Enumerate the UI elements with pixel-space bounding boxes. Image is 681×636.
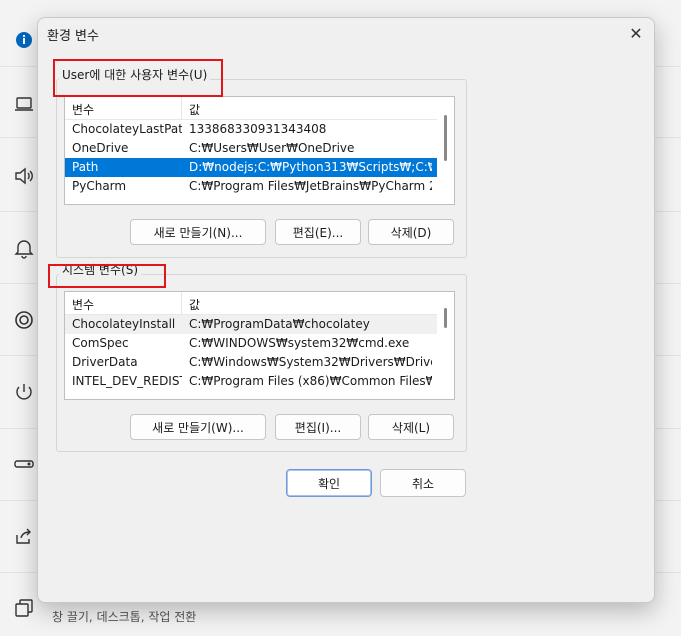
variable-value: D:₩nodejs;C:₩Python313₩Scripts₩;C:₩Pyt..… bbox=[189, 160, 432, 174]
info-icon bbox=[12, 28, 36, 52]
system-new-button[interactable]: 새로 만들기(W)... bbox=[130, 414, 266, 440]
dialog-title: 환경 변수 bbox=[47, 29, 99, 44]
table-row[interactable]: INTEL_DEV_REDIST C:₩Program Files (x86)₩… bbox=[65, 372, 454, 391]
user-edit-button[interactable]: 편집(E)... bbox=[275, 219, 361, 245]
variable-value: C:₩Program Files₩JetBrains₩PyCharm 202..… bbox=[189, 179, 432, 193]
multitask-icon bbox=[12, 596, 36, 620]
variable-name: OneDrive bbox=[72, 141, 129, 155]
table-row[interactable]: ChocolateyInstall C:₩ProgramData₩chocola… bbox=[65, 315, 437, 334]
variable-value: C:₩WINDOWS₩system32₩cmd.exe bbox=[189, 336, 410, 350]
variable-name: ComSpec bbox=[72, 336, 129, 350]
setting-subtitle: 창 끌기, 데스크톱, 작업 전환 bbox=[52, 610, 197, 624]
focus-icon bbox=[12, 308, 36, 332]
variable-name: ChocolateyLastPat... bbox=[72, 122, 182, 136]
column-header-value[interactable]: 값 bbox=[189, 101, 200, 118]
power-icon bbox=[12, 380, 36, 404]
column-separator[interactable] bbox=[181, 97, 182, 119]
bell-icon bbox=[12, 236, 36, 260]
close-icon[interactable]: ✕ bbox=[626, 24, 646, 44]
system-edit-button[interactable]: 편집(I)... bbox=[275, 414, 361, 440]
vertical-scrollbar[interactable] bbox=[437, 292, 454, 399]
user-variables-list[interactable]: 변수 값 ChocolateyLastPat... 13386833093134… bbox=[64, 96, 455, 205]
variable-name: INTEL_DEV_REDIST bbox=[72, 374, 182, 388]
variable-value: C:₩Windows₩System32₩Drivers₩DriverData bbox=[189, 355, 432, 369]
variable-name: DriverData bbox=[72, 355, 138, 369]
table-row-selected[interactable]: Path D:₩nodejs;C:₩Python313₩Scripts₩;C:₩… bbox=[65, 158, 437, 177]
vertical-scrollbar[interactable] bbox=[437, 97, 454, 204]
variable-name: ChocolateyInstall bbox=[72, 317, 176, 331]
scroll-thumb[interactable] bbox=[444, 115, 447, 161]
system-variables-list[interactable]: 변수 값 ChocolateyInstall C:₩ProgramData₩ch… bbox=[64, 291, 455, 400]
system-variables-group: 시스템 변수(S) 변수 값 ChocolateyInstall C:₩Prog… bbox=[56, 261, 467, 452]
environment-variables-dialog: 환경 변수 ✕ User에 대한 사용자 변수(U) 변수 값 Chocolat… bbox=[37, 17, 655, 603]
highlight-box bbox=[48, 264, 166, 288]
system-delete-button[interactable]: 삭제(L) bbox=[368, 414, 454, 440]
user-variables-group: User에 대한 사용자 변수(U) 변수 값 ChocolateyLastPa… bbox=[56, 66, 467, 258]
ok-button[interactable]: 확인 bbox=[286, 469, 372, 497]
table-row[interactable]: ComSpec C:₩WINDOWS₩system32₩cmd.exe bbox=[65, 334, 454, 353]
list-header: 변수 값 bbox=[65, 97, 454, 120]
table-row[interactable]: OneDrive C:₩Users₩User₩OneDrive bbox=[65, 139, 454, 158]
sound-icon bbox=[12, 164, 36, 188]
variable-value: C:₩ProgramData₩chocolatey bbox=[189, 317, 370, 331]
table-row[interactable]: DriverData C:₩Windows₩System32₩Drivers₩D… bbox=[65, 353, 454, 372]
table-row[interactable]: ChocolateyLastPat... 133868330931343408 bbox=[65, 120, 454, 139]
cancel-button[interactable]: 취소 bbox=[380, 469, 466, 497]
user-delete-button[interactable]: 삭제(D) bbox=[368, 219, 454, 245]
table-row[interactable]: PyCharm C:₩Program Files₩JetBrains₩PyCha… bbox=[65, 177, 454, 196]
column-separator[interactable] bbox=[181, 292, 182, 314]
variable-value: C:₩Program Files (x86)₩Common Files₩In..… bbox=[189, 374, 432, 388]
user-new-button[interactable]: 새로 만들기(N)... bbox=[130, 219, 266, 245]
variable-name: Path bbox=[72, 160, 99, 174]
highlight-box bbox=[53, 59, 223, 97]
variable-value: 133868330931343408 bbox=[189, 122, 327, 136]
variable-value: C:₩Users₩User₩OneDrive bbox=[189, 141, 355, 155]
column-header-variable[interactable]: 변수 bbox=[72, 101, 94, 118]
share-icon bbox=[12, 524, 36, 548]
variable-name: PyCharm bbox=[72, 179, 127, 193]
list-header: 변수 값 bbox=[65, 292, 454, 315]
scroll-thumb[interactable] bbox=[444, 308, 447, 328]
laptop-icon bbox=[12, 92, 36, 116]
storage-icon bbox=[12, 452, 36, 476]
column-header-value[interactable]: 값 bbox=[189, 296, 200, 313]
column-header-variable[interactable]: 변수 bbox=[72, 296, 94, 313]
